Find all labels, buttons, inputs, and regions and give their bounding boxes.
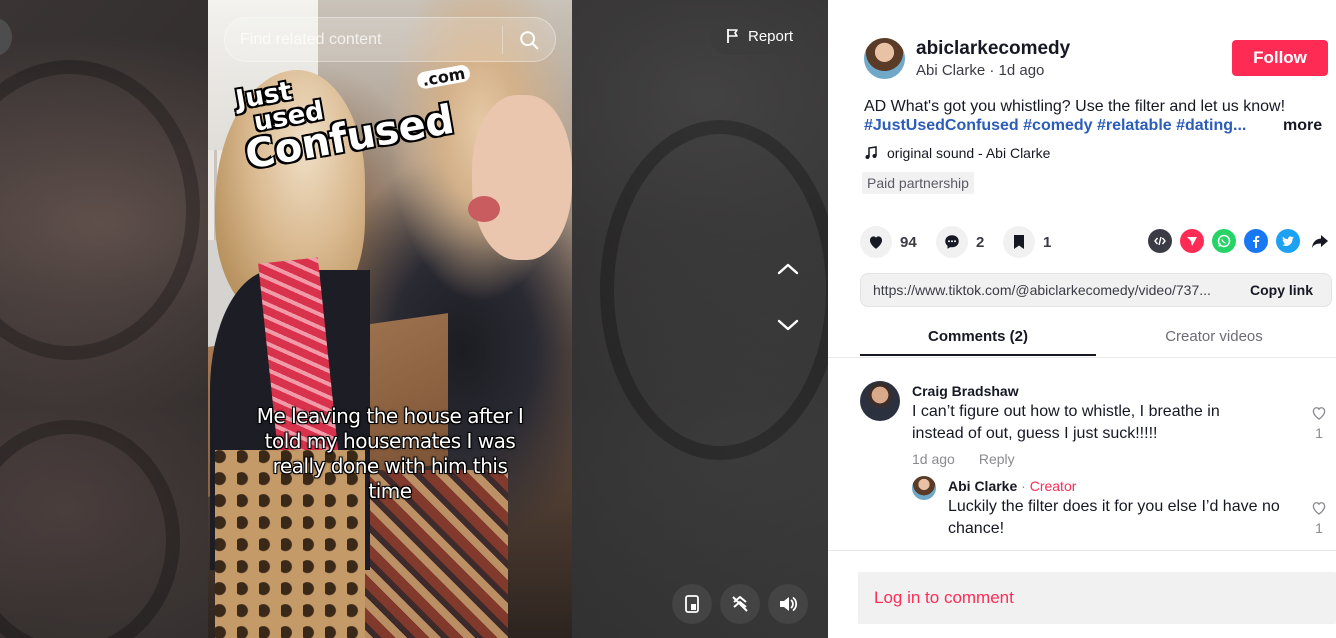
search-icon	[520, 30, 539, 49]
sound-label: original sound - Abi Clarke	[887, 145, 1051, 161]
report-label: Report	[747, 27, 794, 45]
heart-outline-icon	[1312, 407, 1326, 420]
share-arrow-icon	[1312, 235, 1328, 248]
report-button[interactable]: Report	[710, 17, 808, 55]
back-button[interactable]	[0, 18, 12, 56]
pip-button[interactable]	[672, 584, 712, 624]
search-input[interactable]	[225, 30, 502, 49]
video-caption: Me leaving the house after I told my hou…	[256, 404, 524, 503]
author-avatar[interactable]	[864, 38, 905, 79]
post-description: AD What's got you whistling? Use the fil…	[864, 98, 1286, 115]
search-button[interactable]	[503, 18, 555, 61]
video-person-face	[472, 95, 572, 260]
comment-icon	[945, 235, 959, 249]
video-person-lips	[468, 196, 500, 222]
reply-author-label: Abi Clarke	[948, 478, 1018, 494]
like-button[interactable]: 94	[860, 226, 917, 258]
login-to-comment-button[interactable]: Log in to comment	[858, 572, 1336, 624]
no-autoscroll-button[interactable]	[720, 584, 760, 624]
next-video-button[interactable]	[776, 313, 800, 337]
paid-partnership-badge: Paid partnership	[862, 172, 974, 194]
comment-circle	[936, 226, 968, 258]
search-bar	[224, 17, 556, 62]
tab-creator-videos[interactable]: Creator videos	[1096, 328, 1332, 345]
save-button[interactable]: 1	[1003, 226, 1051, 258]
volume-button[interactable]	[768, 584, 808, 624]
video-stage: Just used Confused .com Me leaving the h…	[0, 0, 828, 638]
reply-button[interactable]: Reply	[979, 451, 1015, 467]
copy-link-button[interactable]: Copy link	[1232, 282, 1331, 298]
comment-meta: 1d ago Reply	[912, 451, 1015, 467]
heart-icon	[870, 236, 882, 249]
creator-badge: Creator	[1029, 478, 1077, 494]
bookmark-icon	[1014, 235, 1024, 249]
more-button[interactable]: more	[1283, 117, 1322, 135]
comment-like-count: 1	[1315, 425, 1323, 441]
heart-outline-icon	[1312, 502, 1326, 515]
share-link-box: https://www.tiktok.com/@abiclarkecomedy/…	[860, 273, 1332, 307]
details-panel: abiclarkecomedy Abi Clarke · 1d ago Foll…	[828, 0, 1336, 638]
send-icon	[1187, 237, 1197, 246]
chevron-down-icon	[777, 319, 799, 331]
send-to-friends-button[interactable]	[1180, 229, 1204, 253]
commenter-name[interactable]: Craig Bradshaw	[912, 383, 1019, 399]
sound-link[interactable]: original sound - Abi Clarke	[864, 145, 1050, 161]
comments-list[interactable]: Craig Bradshaw I can’t figure out how to…	[828, 358, 1336, 550]
autoscroll-off-icon	[732, 595, 748, 612]
post-hashtags[interactable]: #JustUsedConfused #comedy #relatable #da…	[864, 117, 1246, 135]
reply-text: Luckily the filter does it for you else …	[948, 498, 1280, 537]
background-swirl	[0, 420, 180, 638]
facebook-icon	[1253, 235, 1260, 248]
separator-dot: ·	[1017, 478, 1030, 494]
save-count: 1	[1043, 233, 1052, 251]
like-circle	[860, 226, 892, 258]
picture-in-picture-icon	[685, 595, 699, 613]
comment-time: 1d ago	[912, 451, 955, 467]
volume-icon	[780, 597, 798, 611]
previous-video-button[interactable]	[776, 257, 800, 281]
embed-icon	[1154, 236, 1166, 246]
save-circle	[1003, 226, 1035, 258]
share-link-url[interactable]: https://www.tiktok.com/@abiclarkecomedy/…	[861, 282, 1232, 298]
reply-like-button[interactable]: 1	[1308, 499, 1330, 536]
reply-author-avatar[interactable]	[912, 476, 936, 500]
tab-comments[interactable]: Comments (2)	[860, 328, 1096, 345]
comment-count: 2	[976, 233, 985, 251]
active-tab-indicator	[860, 354, 1096, 356]
flag-icon	[727, 29, 738, 43]
background-swirl	[600, 120, 828, 460]
author-username[interactable]: abiclarkecomedy	[916, 38, 1070, 60]
twitter-share-button[interactable]	[1276, 229, 1300, 253]
facebook-share-button[interactable]	[1244, 229, 1268, 253]
like-count: 94	[900, 233, 917, 251]
background-swirl	[0, 60, 200, 360]
reply-like-count: 1	[1315, 520, 1323, 536]
comment-like-button[interactable]: 1	[1308, 404, 1330, 441]
more-share-button[interactable]	[1308, 229, 1332, 253]
twitter-icon	[1282, 236, 1294, 246]
author-subline: Abi Clarke · 1d ago	[916, 62, 1045, 79]
chevron-up-icon	[777, 263, 799, 275]
whatsapp-icon	[1217, 234, 1231, 248]
commenter-avatar[interactable]	[860, 381, 900, 421]
follow-button[interactable]: Follow	[1232, 40, 1328, 76]
reply-author-name[interactable]: Abi Clarke · Creator	[948, 478, 1076, 494]
embed-button[interactable]	[1148, 229, 1172, 253]
comment-button[interactable]: 2	[936, 226, 984, 258]
music-note-icon	[865, 146, 877, 159]
comment-text: I can’t figure out how to whistle, I bre…	[912, 403, 1220, 442]
whatsapp-share-button[interactable]	[1212, 229, 1236, 253]
comment-input-divider	[828, 550, 1336, 551]
